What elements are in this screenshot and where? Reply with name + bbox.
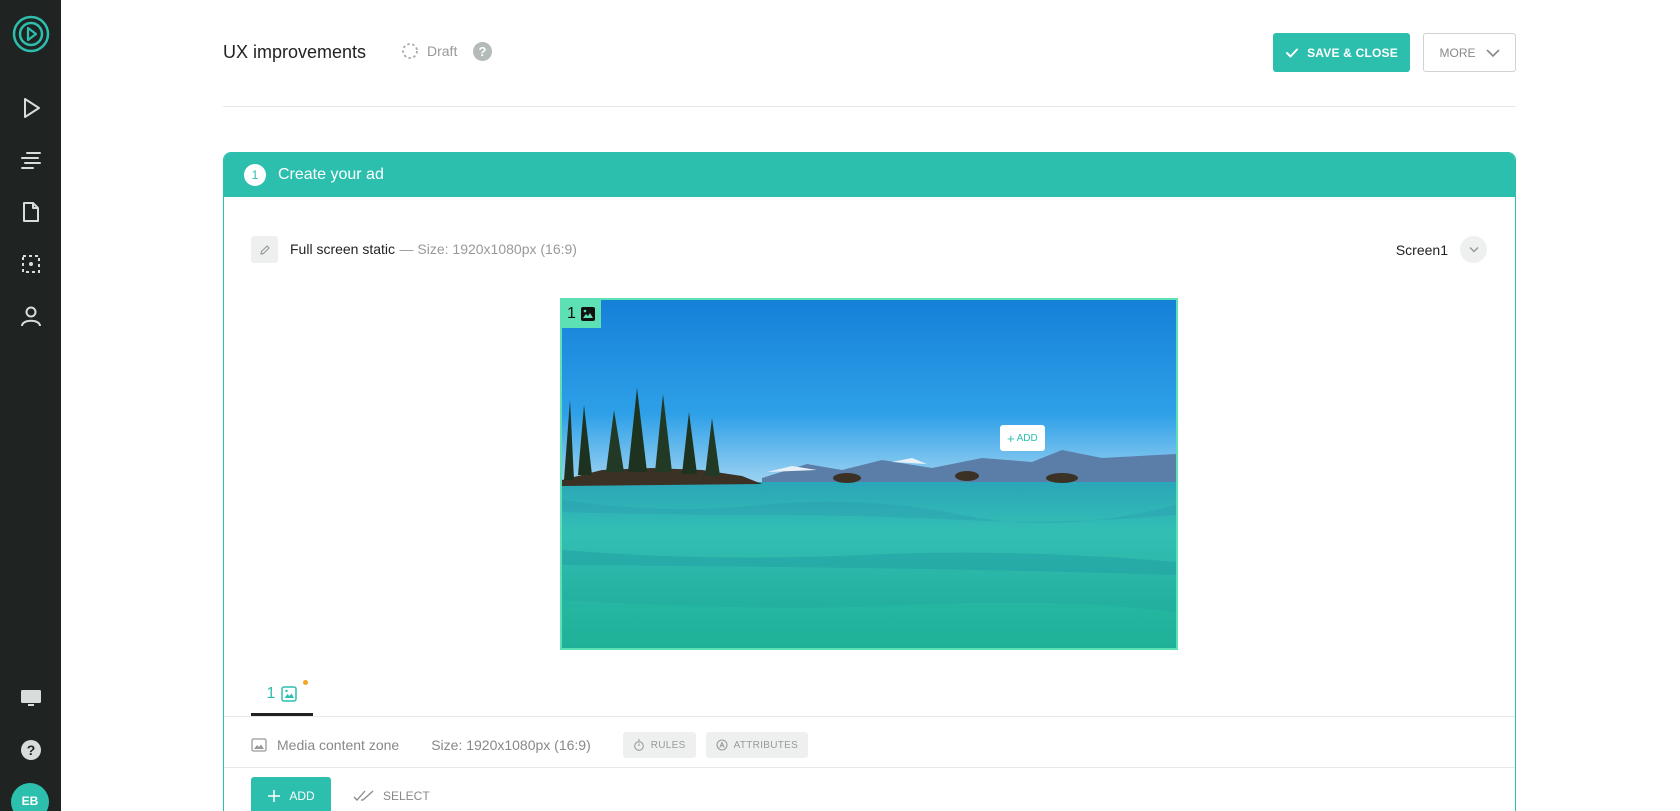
ad-preview[interactable]: 1 + ADD [560,298,1178,650]
draft-status-icon [402,43,418,59]
screen-dropdown-button[interactable] [1460,236,1487,263]
image-icon [580,307,595,321]
create-ad-card: 1 Create your ad Full screen static — Si… [223,152,1516,811]
help-button[interactable]: ? [473,42,492,61]
layout-info: Full screen static — Size: 1920x1080px (… [251,236,577,263]
rules-label: RULES [650,739,686,751]
svg-text:?: ? [26,742,35,758]
monitor-icon[interactable] [0,682,61,714]
info-divider [224,767,1515,768]
save-close-button[interactable]: SAVE & CLOSE [1273,33,1410,72]
chevron-down-icon [1485,48,1500,57]
bottom-actions: ADD SELECT [251,777,430,811]
unsaved-indicator [303,680,308,685]
attributes-icon [716,739,728,751]
page-title: UX improvements [223,42,367,62]
edit-layout-button[interactable] [251,236,278,263]
screen-select[interactable]: Screen1 [1396,236,1487,263]
add-button[interactable]: ADD [251,777,331,811]
add-content-button[interactable]: + ADD [1000,425,1045,451]
preview-image [562,300,1176,648]
more-button[interactable]: MORE [1423,33,1516,72]
double-check-icon [353,790,374,801]
attributes-label: ATTRIBUTES [733,739,799,751]
pencil-icon [259,244,270,255]
media-zone-icon [251,738,267,752]
zone-name: Media content zone [277,737,400,753]
playlist-icon[interactable] [0,144,61,176]
plus-icon: + [1007,430,1015,446]
logo-icon[interactable] [0,12,61,56]
zone-number: 1 [567,305,576,322]
layout-name: Full screen static [290,240,396,257]
header-divider [223,106,1516,107]
sidebar: ? EB [0,0,61,811]
help-icon[interactable]: ? [0,734,61,766]
check-icon [1286,48,1299,57]
layout-size: — Size: 1920x1080px (16:9) [399,240,577,257]
status-indicator: Draft [401,42,457,60]
attributes-button[interactable]: ATTRIBUTES [705,732,809,758]
zones-icon[interactable] [0,248,61,280]
tab-divider [224,716,1515,717]
step-number: 1 [244,164,266,186]
avatar[interactable]: EB [11,783,49,811]
rules-button[interactable]: RULES [622,732,696,758]
zone-info: Media content zone Size: 1920x1080px (16… [251,731,809,759]
status-label: Draft [427,43,458,59]
chevron-down-icon [1468,246,1479,253]
image-icon [281,686,298,702]
stopwatch-icon [633,739,644,751]
plus-icon [268,790,281,802]
zone-tab-number: 1 [266,685,276,702]
card-header: 1 Create your ad [224,153,1515,197]
screen-label: Screen1 [1395,241,1448,258]
card-title: Create your ad [278,166,384,183]
zone-size: Size: 1920x1080px (16:9) [431,737,591,753]
user-icon[interactable] [0,300,61,332]
zone-badge[interactable]: 1 [562,300,601,328]
save-close-label: SAVE & CLOSE [1307,45,1398,60]
select-label: SELECT [383,789,430,803]
select-button[interactable]: SELECT [353,789,430,803]
play-icon[interactable] [0,92,61,124]
document-icon[interactable] [0,196,61,228]
more-label: MORE [1439,45,1476,60]
add-content-label: ADD [1016,432,1038,444]
add-label: ADD [289,789,315,803]
